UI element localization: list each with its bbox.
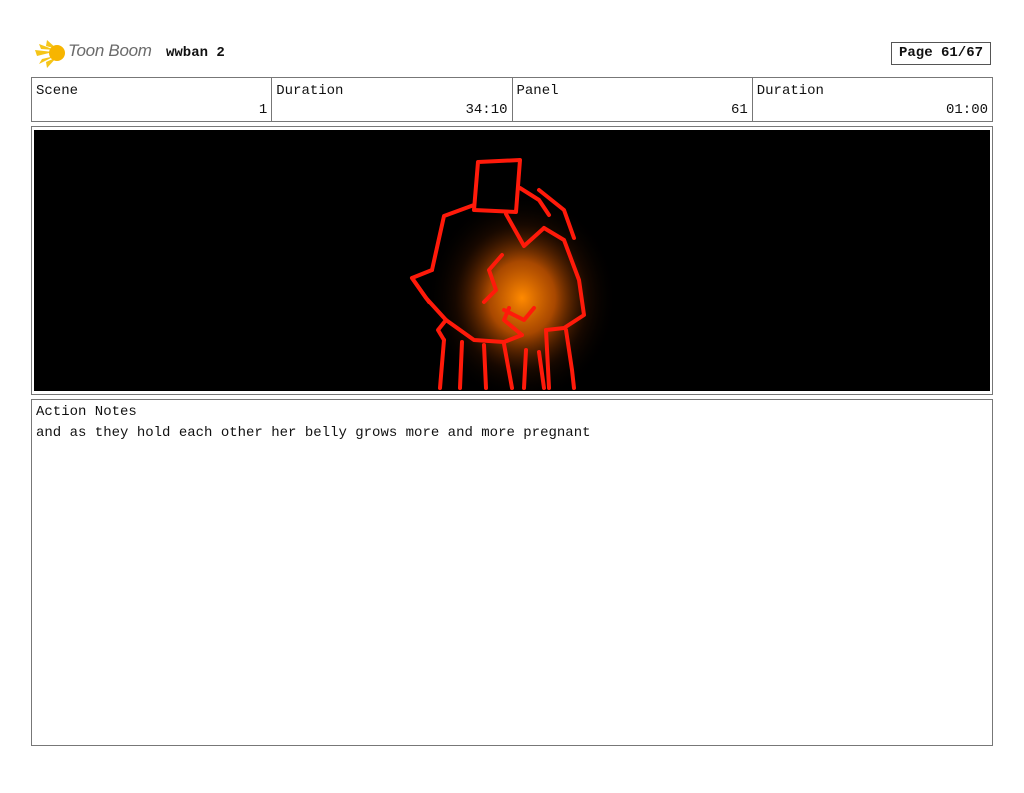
panel-duration-label: Duration	[756, 83, 824, 99]
action-notes-label: Action Notes	[36, 404, 137, 420]
panel-label: Panel	[516, 83, 559, 99]
embracing-figures-sketch	[410, 158, 617, 391]
scene-duration-value: 34:10	[465, 102, 508, 118]
panel-duration-value: 01:00	[945, 102, 988, 118]
action-notes-box: Action Notes and as they hold each other…	[31, 399, 993, 746]
panel-cell: Panel 61	[513, 78, 753, 121]
panel-value: 61	[730, 102, 748, 118]
scene-duration-label: Duration	[276, 83, 344, 99]
scene-cell: Scene 1	[32, 78, 273, 121]
panel-drawing	[34, 130, 990, 391]
storyboard-info-row: Scene 1 Duration 34:10 Panel 61 Duration…	[31, 77, 993, 122]
logo-text: Toon Boom	[68, 41, 152, 60]
project-title: wwban 2	[166, 45, 225, 61]
scene-value: 1	[258, 102, 268, 118]
scene-label: Scene	[36, 83, 79, 99]
panel-duration-cell: Duration 01:00	[753, 78, 992, 121]
scene-duration-cell: Duration 34:10	[272, 78, 513, 121]
action-notes-text: and as they hold each other her belly gr…	[36, 425, 591, 441]
page-indicator: Page 61/67	[891, 42, 991, 65]
